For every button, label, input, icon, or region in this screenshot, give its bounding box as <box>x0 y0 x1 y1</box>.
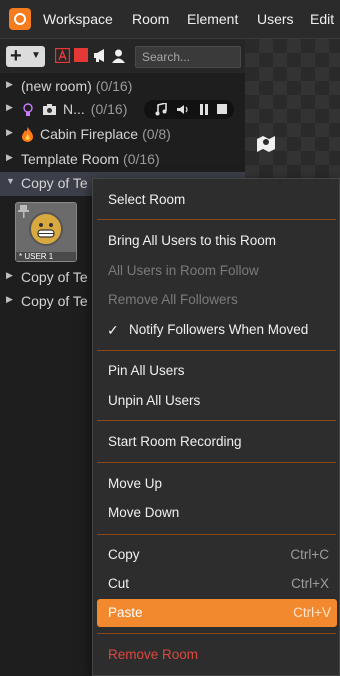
room-toolbar: + ▼ <box>0 39 245 73</box>
chevron-down-icon: ▼ <box>31 50 41 61</box>
room-count: (0/16) <box>123 151 160 167</box>
camera-icon <box>43 104 56 115</box>
menu-all-users-follow: All Users in Room Follow <box>108 263 259 278</box>
expand-arrow-icon[interactable]: ▶ <box>6 79 13 90</box>
menu-separator <box>97 534 336 535</box>
room-name: Cabin Fireplace <box>40 126 139 142</box>
menu-start-recording[interactable]: Start Room Recording <box>93 428 339 456</box>
room-name: Copy of Te <box>21 293 88 309</box>
expand-arrow-icon[interactable]: ▼ <box>6 176 15 186</box>
shortcut-cut: Ctrl+X <box>291 576 329 591</box>
menu-notify-followers[interactable]: ✓ Notify Followers When Moved <box>93 316 339 344</box>
menu-remove-room[interactable]: Remove Room <box>93 641 339 669</box>
lightbulb-icon <box>23 103 33 116</box>
avatar-emoji-face <box>29 212 63 246</box>
menu-pin-all-users[interactable]: Pin All Users <box>93 357 339 385</box>
room-item[interactable]: ▶ Template Room (0/16) <box>0 148 245 172</box>
room-item[interactable]: ▶ (new room) (0/16) <box>0 75 245 99</box>
room-name: Copy of Te <box>21 175 88 191</box>
room-name: Copy of Te <box>21 269 88 285</box>
menu-bar: Workspace Room Element Users Edit <box>0 0 340 39</box>
menu-select-room[interactable]: Select Room <box>93 186 339 214</box>
shortcut-copy: Ctrl+C <box>290 547 329 562</box>
menu-users[interactable]: Users <box>257 11 294 27</box>
stop-icon[interactable] <box>217 104 227 114</box>
volume-icon[interactable] <box>177 104 189 115</box>
menu-move-up[interactable]: Move Up <box>93 470 339 498</box>
menu-move-down[interactable]: Move Down <box>93 499 339 527</box>
expand-arrow-icon[interactable]: ▶ <box>6 152 13 163</box>
room-count: (0/16) <box>90 101 128 117</box>
menu-cut[interactable]: Cut Ctrl+X <box>93 570 339 598</box>
menu-unpin-all-users[interactable]: Unpin All Users <box>93 387 339 415</box>
shortcut-paste: Ctrl+V <box>293 605 331 620</box>
room-preview-panel[interactable] <box>245 39 340 179</box>
plus-icon: + <box>10 45 22 67</box>
room-name: Template Room <box>21 151 120 167</box>
room-count: (0/16) <box>95 78 133 94</box>
expand-arrow-icon[interactable]: ▶ <box>6 102 13 113</box>
user-badge-icon[interactable] <box>111 48 126 63</box>
color-square-icon[interactable] <box>74 48 89 63</box>
menu-copy[interactable]: Copy Ctrl+C <box>93 541 339 569</box>
room-item[interactable]: ▶ Cabin Fireplace (0/8) <box>0 123 245 147</box>
menu-bring-all-users[interactable]: Bring All Users to this Room <box>93 227 339 255</box>
media-controls <box>144 100 234 119</box>
room-name: (new room) <box>21 78 92 94</box>
checkmark-icon: ✓ <box>107 322 119 338</box>
megaphone-icon[interactable] <box>93 48 108 63</box>
expand-arrow-icon[interactable]: ▶ <box>6 127 13 138</box>
menu-room[interactable]: Room <box>132 11 169 27</box>
menu-separator <box>97 219 336 220</box>
menu-separator <box>97 420 336 421</box>
add-room-button[interactable]: + ▼ <box>6 45 45 67</box>
search-input[interactable] <box>135 46 241 68</box>
room-name: N... <box>63 101 85 117</box>
app-logo-icon[interactable] <box>9 8 31 30</box>
menu-separator <box>97 350 336 351</box>
fire-icon <box>22 127 33 142</box>
expand-arrow-icon[interactable]: ▶ <box>6 294 13 305</box>
music-note-icon[interactable] <box>155 103 167 116</box>
room-count: (0/8) <box>142 126 171 142</box>
menu-workspace[interactable]: Workspace <box>43 11 113 27</box>
pause-icon[interactable] <box>199 104 209 115</box>
expand-arrow-icon[interactable]: ▶ <box>6 270 13 281</box>
menu-element[interactable]: Element <box>187 11 238 27</box>
user-avatar-card[interactable]: * USER 1 <box>15 202 77 262</box>
menu-paste[interactable]: Paste Ctrl+V <box>97 599 337 627</box>
menu-separator <box>97 462 336 463</box>
grin-face-icon <box>37 223 55 238</box>
text-element-icon[interactable] <box>55 48 70 63</box>
room-context-menu: Select Room Bring All Users to this Room… <box>92 178 340 676</box>
menu-separator <box>97 633 336 634</box>
menu-edit[interactable]: Edit <box>310 11 334 27</box>
pin-icon[interactable] <box>18 205 29 218</box>
map-location-icon[interactable] <box>256 135 276 153</box>
avatar-label: * USER 1 <box>16 252 76 261</box>
menu-remove-all-followers: Remove All Followers <box>108 292 238 307</box>
